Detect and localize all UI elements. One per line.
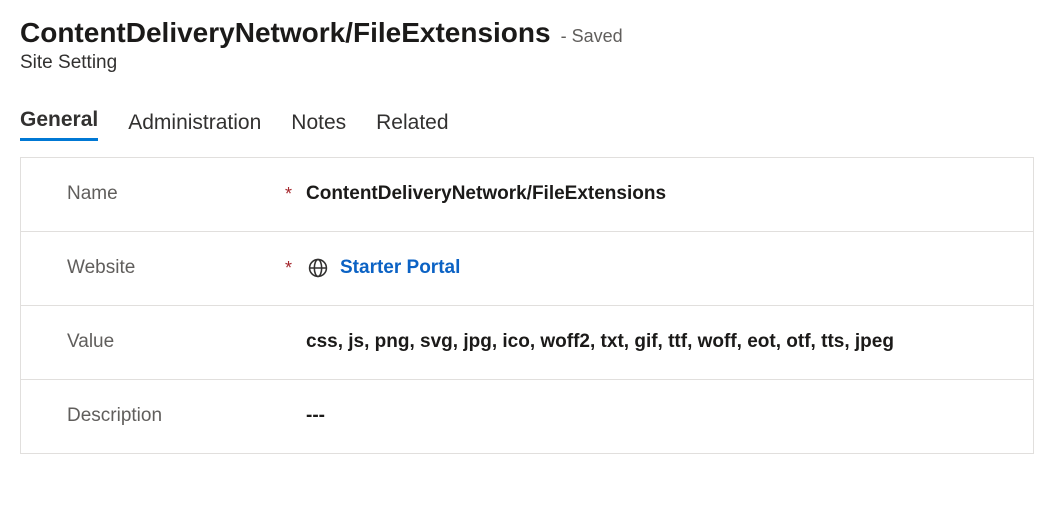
value-value-cell[interactable]: css, js, png, svg, jpg, ico, woff2, txt,… <box>306 331 1003 353</box>
field-label-name: Name <box>67 183 118 205</box>
entity-type-label: Site Setting <box>20 52 1034 74</box>
field-label-value: Value <box>67 331 114 353</box>
save-status: - Saved <box>561 26 623 47</box>
required-indicator: * <box>285 259 292 277</box>
description-value: --- <box>306 405 325 427</box>
page-header: ContentDeliveryNetwork/FileExtensions - … <box>20 16 1034 50</box>
value-value: css, js, png, svg, jpg, ico, woff2, txt,… <box>306 331 894 353</box>
field-label-cell: Name * <box>67 183 306 205</box>
tab-notes[interactable]: Notes <box>291 111 346 141</box>
site-setting-form: ContentDeliveryNetwork/FileExtensions - … <box>0 0 1054 474</box>
globe-icon <box>306 256 330 280</box>
general-form-panel: Name * ContentDeliveryNetwork/FileExtens… <box>20 157 1034 454</box>
field-label-cell: Value <box>67 331 306 353</box>
field-label-cell: Description <box>67 405 306 427</box>
description-value-cell[interactable]: --- <box>306 405 1003 427</box>
tab-related[interactable]: Related <box>376 111 448 141</box>
name-value: ContentDeliveryNetwork/FileExtensions <box>306 183 666 205</box>
tab-administration[interactable]: Administration <box>128 111 261 141</box>
field-label-website: Website <box>67 257 135 279</box>
website-value-cell[interactable]: Starter Portal <box>306 256 1003 280</box>
required-indicator: * <box>285 185 292 203</box>
field-row-website[interactable]: Website * Starter Portal <box>21 232 1033 306</box>
name-value-cell[interactable]: ContentDeliveryNetwork/FileExtensions <box>306 183 1003 205</box>
field-row-name[interactable]: Name * ContentDeliveryNetwork/FileExtens… <box>21 158 1033 232</box>
page-title: ContentDeliveryNetwork/FileExtensions <box>20 16 551 50</box>
tab-bar: General Administration Notes Related <box>20 108 1034 141</box>
field-row-description[interactable]: Description --- <box>21 380 1033 454</box>
website-lookup-link[interactable]: Starter Portal <box>340 257 460 279</box>
field-row-value[interactable]: Value css, js, png, svg, jpg, ico, woff2… <box>21 306 1033 380</box>
tab-general[interactable]: General <box>20 108 98 141</box>
field-label-description: Description <box>67 405 162 427</box>
field-label-cell: Website * <box>67 257 306 279</box>
